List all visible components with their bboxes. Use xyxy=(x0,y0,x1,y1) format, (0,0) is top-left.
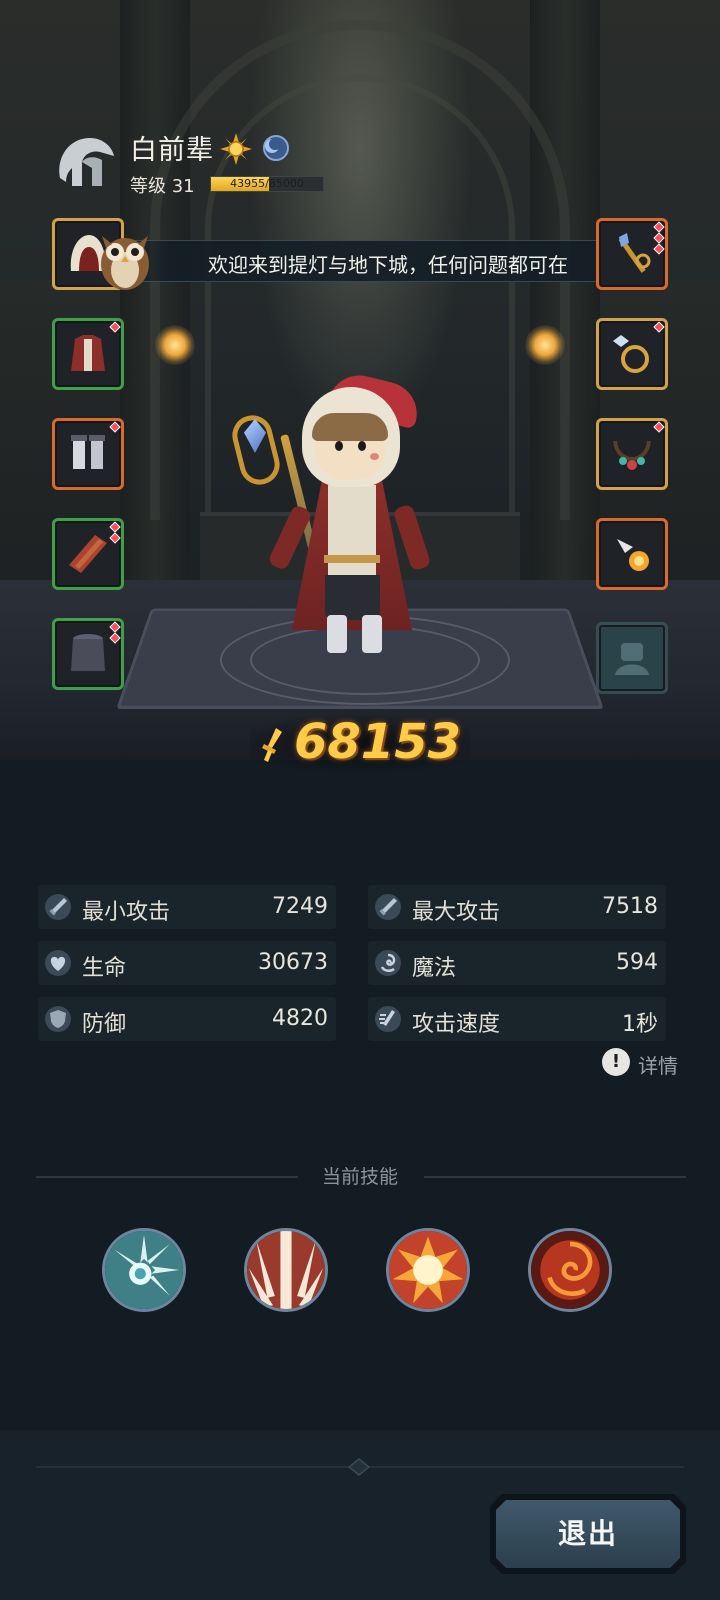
avatar[interactable] xyxy=(52,128,118,194)
fire-vortex-icon xyxy=(531,1231,609,1309)
eye-right xyxy=(358,441,366,451)
stat-label: 最大攻击 xyxy=(412,900,501,925)
cheek xyxy=(370,453,379,460)
sword-icon xyxy=(45,894,71,920)
fire-trinket-icon xyxy=(617,539,649,571)
stat-value: 7249 xyxy=(272,894,328,919)
pet-silhouette-icon xyxy=(615,643,649,675)
skill-explosion[interactable] xyxy=(386,1228,470,1312)
stat-value: 594 xyxy=(616,950,658,975)
stat-label: 魔法 xyxy=(412,956,457,981)
stat-mana: 魔法 594 xyxy=(368,941,666,985)
gem-indicator xyxy=(109,632,121,644)
boot-right xyxy=(362,615,382,653)
necklace-icon xyxy=(613,440,651,470)
stat-defense: 防御 4820 xyxy=(38,997,336,1041)
sword-power-icon xyxy=(262,728,282,762)
helmet-icon xyxy=(59,138,114,186)
sword-icon xyxy=(375,894,401,920)
gem-indicator xyxy=(653,421,665,433)
stat-label: 生命 xyxy=(82,956,127,981)
stat-label: 攻击速度 xyxy=(412,1012,501,1037)
skill-frost-burst[interactable] xyxy=(102,1228,186,1312)
legs xyxy=(325,575,380,620)
xp-text: 43955/85000 xyxy=(230,177,304,190)
details-button[interactable]: ! 详情 xyxy=(602,1048,682,1078)
welcome-banner[interactable]: 欢迎来到提灯与地下城，任何问题都可在 xyxy=(120,240,630,282)
gem-indicator xyxy=(653,243,665,255)
power-value: 68153 xyxy=(294,714,461,770)
robe-armor-icon xyxy=(71,335,105,371)
gem-indicator xyxy=(109,421,121,433)
equip-slot-armor[interactable] xyxy=(52,318,124,390)
gem-indicator xyxy=(109,621,121,633)
speed-icon xyxy=(375,1006,401,1032)
divider-right xyxy=(424,1176,686,1178)
equip-slot-pants[interactable] xyxy=(52,618,124,690)
gem-indicator xyxy=(653,221,665,233)
equip-slot-pet[interactable] xyxy=(596,622,668,694)
exit-button[interactable]: 退出 xyxy=(490,1494,686,1574)
gem-indicator xyxy=(653,232,665,244)
stat-value: 7518 xyxy=(602,894,658,919)
info-icon: ! xyxy=(602,1048,630,1076)
arm-right xyxy=(392,503,432,572)
magic-swirl-icon xyxy=(375,950,401,976)
equip-slot-boots[interactable] xyxy=(52,418,124,490)
stat-attack-speed: 攻击速度 1秒 xyxy=(368,997,666,1041)
pants-icon xyxy=(71,634,105,671)
gem-indicator xyxy=(109,521,121,533)
stat-value: 30673 xyxy=(258,950,328,975)
stat-max-attack: 最大攻击 7518 xyxy=(368,885,666,929)
wall-lamp-right xyxy=(525,325,565,365)
gem-indicator xyxy=(109,321,121,333)
exit-label: 退出 xyxy=(496,1500,680,1568)
details-label: 详情 xyxy=(638,1054,678,1078)
frost-burst-icon xyxy=(105,1231,183,1309)
wall-lamp-left xyxy=(155,325,195,365)
boot-left xyxy=(327,615,347,653)
stat-hp: 生命 30673 xyxy=(38,941,336,985)
light-pillar-icon xyxy=(247,1231,325,1309)
gem-indicator xyxy=(653,321,665,333)
gem-indicator xyxy=(109,532,121,544)
welcome-text: 欢迎来到提灯与地下城，任何问题都可在 xyxy=(208,253,568,277)
equip-slot-necklace[interactable] xyxy=(596,418,668,490)
shield-icon xyxy=(45,1006,71,1032)
bracer-icon xyxy=(69,535,107,573)
hero-character[interactable] xyxy=(220,368,450,675)
stat-label: 防御 xyxy=(82,1012,127,1037)
equip-slot-bracer[interactable] xyxy=(52,518,124,590)
stat-value: 4820 xyxy=(272,1006,328,1031)
sun-badge-icon xyxy=(220,133,252,165)
combat-power: 68153 xyxy=(250,712,470,776)
moon-badge-icon xyxy=(263,135,289,161)
boots-icon xyxy=(71,435,105,469)
eye-left xyxy=(335,441,343,451)
stat-value: 1秒 xyxy=(622,1012,658,1037)
stat-min-attack: 最小攻击 7249 xyxy=(38,885,336,929)
equip-slot-weapon[interactable] xyxy=(596,218,668,290)
belt xyxy=(324,555,380,563)
staff-weapon-icon xyxy=(618,233,651,273)
xp-bar: 43955/85000 xyxy=(210,176,324,192)
owl-guide-icon[interactable] xyxy=(92,222,158,292)
ring-icon xyxy=(613,335,649,373)
skill-light-pillar[interactable] xyxy=(244,1228,328,1312)
level-label: 等级 31 xyxy=(130,176,195,197)
divider-ornament-icon xyxy=(348,1458,370,1476)
equip-slot-ring[interactable] xyxy=(596,318,668,390)
player-name: 白前辈 xyxy=(130,135,214,166)
explosion-icon xyxy=(389,1231,467,1309)
stat-label: 最小攻击 xyxy=(82,900,171,925)
equip-slot-trinket[interactable] xyxy=(596,518,668,590)
hair xyxy=(312,413,388,441)
skill-fire-vortex[interactable] xyxy=(528,1228,612,1312)
heart-icon xyxy=(45,950,71,976)
